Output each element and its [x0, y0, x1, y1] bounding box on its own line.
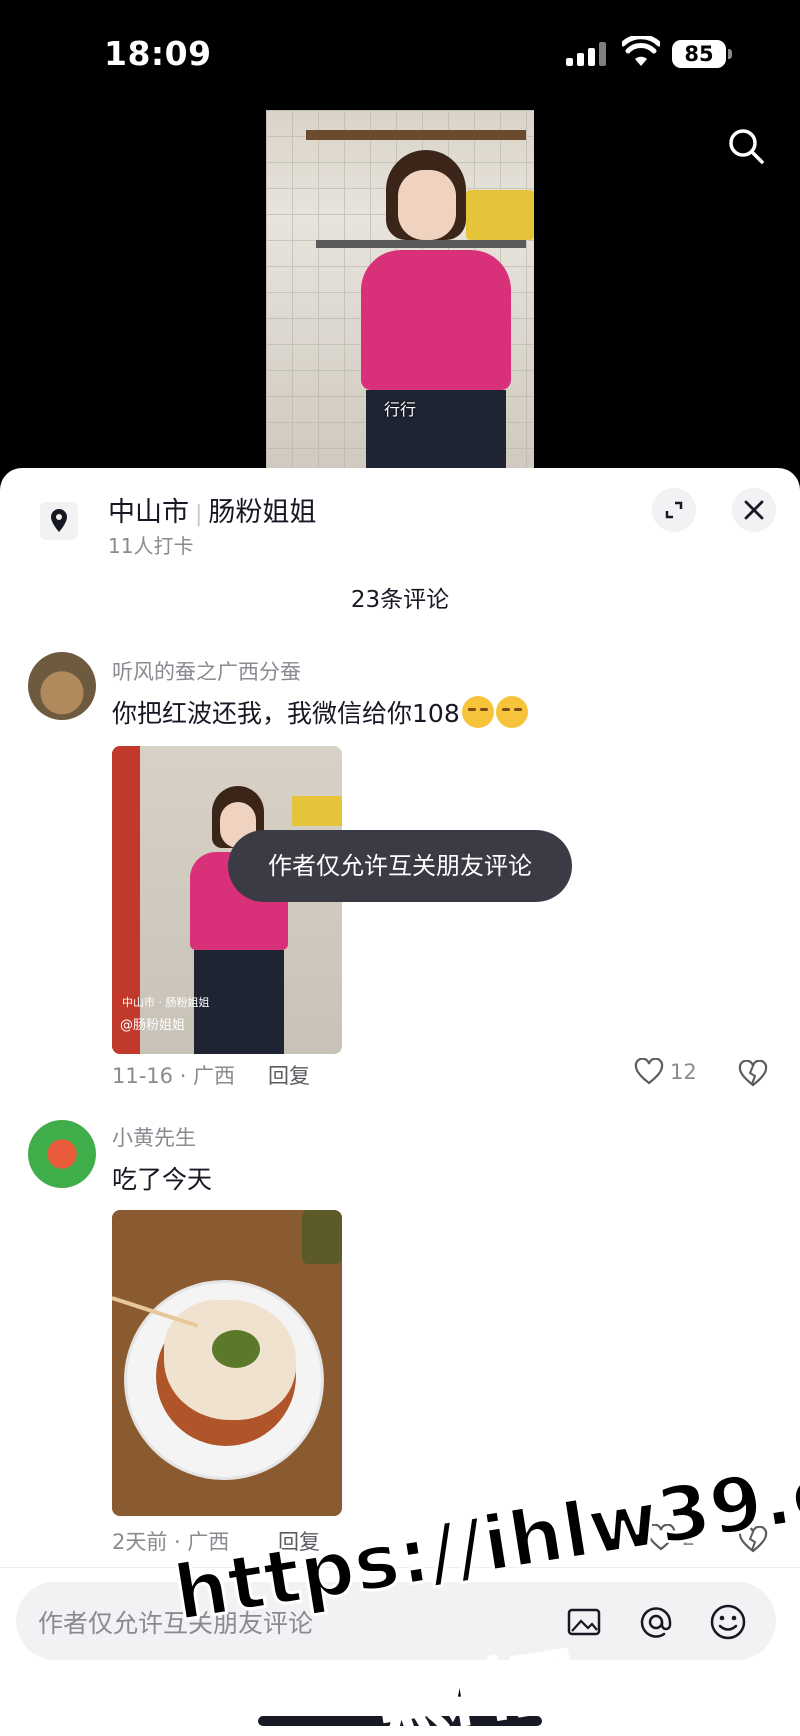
reply-button[interactable]: 回复	[268, 1060, 310, 1090]
comment-input[interactable]: 作者仅允许互关朋友评论	[16, 1582, 776, 1660]
relieved-emoji-icon	[495, 696, 528, 728]
location-title[interactable]: 中山市 | 肠粉姐姐	[108, 490, 316, 529]
comment-count: 23条评论	[350, 587, 450, 613]
comment-meta: 11-16 · 广西	[112, 1064, 236, 1088]
like-count: 12	[670, 1060, 697, 1084]
expand-icon	[665, 501, 683, 519]
close-button[interactable]	[732, 488, 776, 532]
battery-indicator: 85	[672, 40, 732, 68]
expand-button[interactable]	[652, 488, 696, 532]
cellular-signal-icon	[566, 42, 608, 66]
location-city: 中山市	[108, 497, 189, 528]
dislike-icon[interactable]	[738, 1526, 768, 1554]
emoji-icon[interactable]	[708, 1602, 748, 1642]
avatar[interactable]	[28, 652, 96, 720]
toast-message: 作者仅允许互关朋友评论	[228, 830, 572, 902]
image-caption: @肠粉姐姐	[120, 1018, 186, 1033]
status-time: 18:09	[104, 34, 212, 73]
comment-input-bar: 作者仅允许互关朋友评论	[0, 1567, 800, 1736]
image-location-tag: 中山市 · 肠粉姐姐	[122, 996, 210, 1009]
close-icon	[744, 500, 764, 520]
comment-username[interactable]: 小黄先生	[112, 1122, 196, 1152]
heart-icon	[634, 1058, 664, 1085]
home-indicator	[258, 1716, 542, 1726]
comment-sheet: 中山市 | 肠粉姐姐 11人打卡 23条评论 听风的蚕之广西分蚕 你把红波还我，我微…	[0, 468, 800, 1736]
status-bar: 18:09 85	[0, 0, 800, 110]
video-frame: 行行	[266, 110, 534, 470]
like-button[interactable]: 12	[634, 1058, 697, 1086]
avatar[interactable]	[28, 1120, 96, 1188]
heart-icon	[646, 1524, 676, 1551]
dislike-icon[interactable]	[738, 1060, 768, 1088]
video-caption: 行行	[384, 400, 417, 419]
video-player[interactable]: 行行	[0, 110, 800, 470]
mention-icon[interactable]	[636, 1602, 676, 1642]
location-pin-icon	[40, 502, 78, 540]
wifi-icon	[622, 36, 660, 66]
comment-text: 你把红波还我，我微信给你108	[112, 694, 528, 730]
comment-text: 吃了今天	[112, 1165, 213, 1194]
like-count: 2	[682, 1526, 696, 1550]
location-checkins: 11人打卡	[108, 534, 194, 558]
comment-image[interactable]	[112, 1210, 342, 1516]
location-name: 肠粉姐姐	[208, 497, 317, 528]
comment-input-placeholder: 作者仅允许互关朋友评论	[38, 1609, 314, 1638]
relieved-emoji-icon	[461, 696, 494, 728]
reply-button[interactable]: 回复	[278, 1526, 320, 1556]
search-icon[interactable]	[726, 126, 766, 166]
image-icon[interactable]	[564, 1602, 604, 1642]
comment-username[interactable]: 听风的蚕之广西分蚕	[112, 656, 301, 686]
comment-meta: 2天前 · 广西	[112, 1530, 230, 1554]
comment-item: 小黄先生 吃了今天 2天前 · 广西 回复 2	[0, 1120, 800, 1570]
like-button[interactable]: 2	[646, 1524, 695, 1552]
